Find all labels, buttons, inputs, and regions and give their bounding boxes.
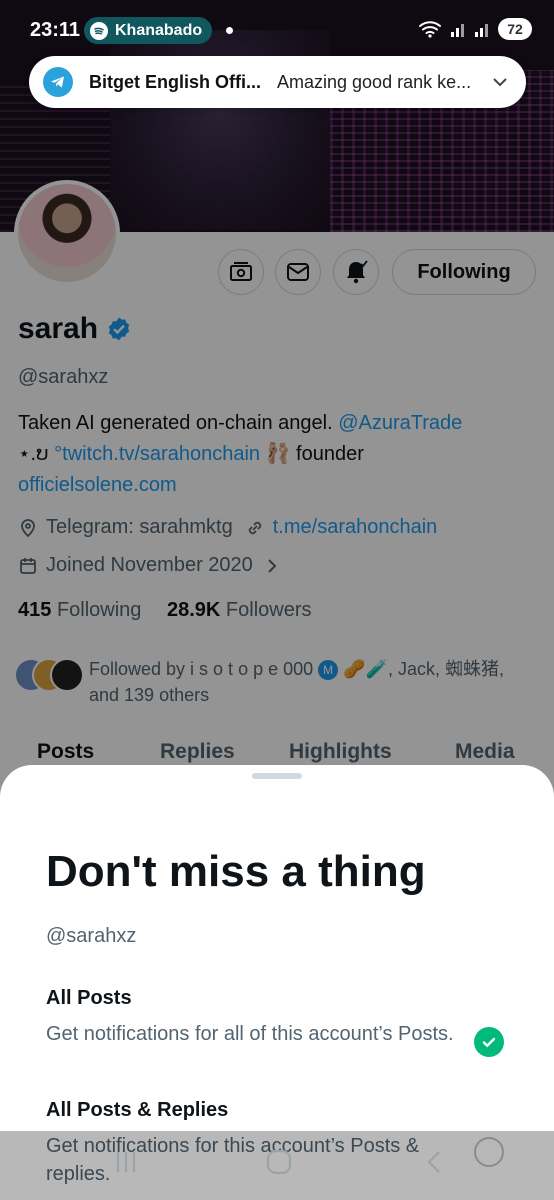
home-icon[interactable] bbox=[266, 1149, 292, 1175]
battery-icon: 72 bbox=[498, 18, 532, 40]
option-all-posts[interactable]: All Posts Get notifications for all of t… bbox=[46, 987, 516, 1048]
status-bar: 23:11 Khanabadosh 72 bbox=[0, 0, 554, 48]
wifi-icon bbox=[419, 21, 441, 38]
spotify-icon bbox=[90, 21, 108, 40]
chevron-down-icon[interactable] bbox=[490, 72, 510, 92]
system-icons: 72 bbox=[418, 18, 532, 40]
sheet-title: Don't miss a thing bbox=[46, 847, 426, 896]
notification-dot-icon bbox=[226, 27, 233, 34]
media-pill-title: Khanabadosh bbox=[115, 21, 203, 39]
status-time: 23:11 bbox=[30, 19, 81, 41]
sheet-handle: @sarahxz bbox=[46, 925, 137, 947]
notification-message: Amazing good rank ke... bbox=[277, 71, 472, 92]
recent-apps-icon[interactable] bbox=[113, 1149, 139, 1175]
option-description: Get notifications for all of this accoun… bbox=[46, 1023, 454, 1045]
sheet-drag-handle[interactable] bbox=[252, 773, 302, 779]
media-pill[interactable]: Khanabadosh bbox=[84, 17, 212, 44]
heads-up-notification[interactable]: Bitget English Offi... Amazing good rank… bbox=[29, 56, 526, 108]
telegram-icon bbox=[43, 67, 73, 97]
navigation-bar bbox=[0, 1131, 554, 1200]
option-title: All Posts bbox=[46, 987, 132, 1009]
radio-selected-icon[interactable] bbox=[474, 1027, 504, 1057]
signal-icon bbox=[451, 24, 464, 37]
notification-title: Bitget English Offi... bbox=[89, 71, 261, 92]
signal-icon-2 bbox=[475, 24, 488, 37]
back-icon[interactable] bbox=[422, 1149, 448, 1175]
option-title: All Posts & Replies bbox=[46, 1099, 229, 1121]
